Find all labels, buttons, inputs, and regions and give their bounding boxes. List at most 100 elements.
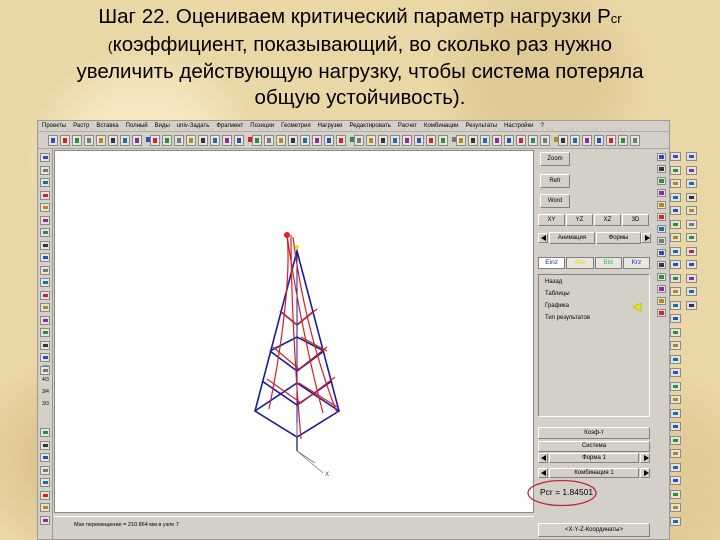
outer-toolbar-button[interactable] [670,341,681,350]
outer-toolbar-button[interactable] [686,233,697,242]
outer-toolbar-button[interactable] [670,408,681,418]
forms-button[interactable]: Формы [596,232,641,244]
outer-toolbar-button[interactable] [686,287,697,296]
outer-toolbar-button[interactable] [670,300,681,310]
outer-toolbar-button[interactable] [670,260,681,269]
left-toolbar-button[interactable] [40,265,50,275]
outer-toolbar-button[interactable] [670,462,681,472]
left-toolbar-button[interactable] [40,328,50,337]
toolbar-button[interactable] [618,134,628,146]
left-toolbar-button[interactable] [40,490,50,500]
outer-toolbar-button[interactable] [686,300,697,310]
toolbar-button[interactable] [96,134,106,146]
toolbar-button[interactable] [426,134,436,146]
toolbar-button[interactable] [528,134,538,146]
outer-toolbar-button[interactable] [670,449,681,458]
forma-prev-arrow[interactable] [538,453,548,463]
toolbar-button[interactable] [288,134,298,146]
menu-item[interactable]: Комбинации [424,121,458,131]
menu-item[interactable]: Растр [73,121,89,131]
sistema-button[interactable]: Система [538,441,650,452]
left-toolbar-button[interactable] [40,503,50,512]
right-toolbar-button[interactable] [657,165,666,173]
outer-toolbar-button[interactable] [670,354,681,364]
right-toolbar-button[interactable] [657,213,666,221]
menu-item[interactable]: Редактировать [349,121,390,131]
toolbar-button[interactable] [558,134,568,146]
list-item-back[interactable]: Назад [545,279,562,285]
koef-button[interactable]: Коэф-т [538,427,650,439]
right-toolbar-button[interactable] [657,153,666,161]
toolbar-button[interactable] [438,134,448,146]
menu-item[interactable]: Позиции [250,121,274,131]
view-3d-button[interactable]: 3D [622,214,649,226]
menu-item[interactable]: Настройки [504,121,533,131]
toolbar-button[interactable] [222,134,232,146]
toolbar-button[interactable] [582,134,592,146]
left-toolbar-button[interactable] [40,478,50,487]
toolbar-button[interactable] [198,134,208,146]
right-toolbar-button[interactable] [657,225,666,233]
list-item-result-type[interactable]: Тип результатов [545,315,590,321]
left-toolbar-button[interactable] [40,228,50,237]
toolbar-button[interactable] [390,134,400,146]
left-toolbar-button[interactable] [40,190,50,200]
left-toolbar-button[interactable] [40,340,50,350]
right-toolbar-button[interactable] [657,177,666,185]
outer-toolbar-button[interactable] [670,179,681,188]
refr-button[interactable]: Refr [540,174,570,188]
outer-toolbar-button[interactable] [686,219,697,229]
toolbar-button[interactable] [468,134,478,146]
outer-toolbar-button[interactable] [686,246,697,256]
left-toolbar-button[interactable] [40,253,50,262]
left-toolbar-button[interactable] [40,315,50,325]
toolbar-button[interactable] [84,134,94,146]
outer-toolbar-button[interactable] [670,435,681,445]
menu-item[interactable]: Результаты [465,121,497,131]
outer-toolbar-button[interactable] [686,260,697,269]
coordinates-button[interactable]: <X-Y-Z-Координаты> [538,523,650,537]
right-toolbar-button[interactable] [657,189,666,197]
outer-toolbar-button[interactable] [670,503,681,512]
toolbar-button[interactable] [516,134,526,146]
view-xy-button[interactable]: XY [538,214,565,226]
left-toolbar-button[interactable] [40,428,50,437]
outer-toolbar-button[interactable] [670,233,681,242]
outer-toolbar-button[interactable] [686,206,697,215]
outer-toolbar-button[interactable] [670,314,681,323]
toolbar-button[interactable] [504,134,514,146]
toolbar-button[interactable] [378,134,388,146]
toolbar-button[interactable] [174,134,184,146]
left-toolbar-button[interactable] [40,353,50,362]
toolbar-button[interactable] [324,134,334,146]
outer-toolbar-button[interactable] [670,516,681,526]
menu-item[interactable]: univ-Задать [177,121,210,131]
toolbar-button[interactable] [480,134,490,146]
outer-toolbar-button[interactable] [670,273,681,283]
outer-toolbar-button[interactable] [670,165,681,175]
outer-toolbar-button[interactable] [686,165,697,175]
toolbar-button[interactable] [492,134,502,146]
list-item-tables[interactable]: Таблицы [545,291,570,297]
view-xz-button[interactable]: XZ [594,214,621,226]
toolbar-button[interactable] [456,134,466,146]
right-toolbar-button[interactable] [657,297,666,305]
tab-bld[interactable]: Bld [594,257,622,269]
tab-krz[interactable]: Krz [622,257,650,269]
menu-item[interactable]: Вставка [96,121,118,131]
left-toolbar-button[interactable] [40,365,50,375]
toolbar-button[interactable] [402,134,412,146]
outer-toolbar-button[interactable] [670,246,681,256]
toolbar-button[interactable] [186,134,196,146]
outer-toolbar-button[interactable] [686,192,697,202]
menu-item[interactable]: Геометрия [281,121,310,131]
right-toolbar-button[interactable] [657,249,666,257]
word-button[interactable]: Word [540,194,570,208]
left-toolbar-button[interactable] [40,440,50,450]
outer-toolbar-button[interactable] [670,192,681,202]
toolbar-button[interactable] [336,134,346,146]
tab-alle[interactable]: Alle [566,257,594,269]
toolbar-button[interactable] [276,134,286,146]
menu-item[interactable]: Нагрузки [318,121,343,131]
toolbar-button[interactable] [594,134,604,146]
